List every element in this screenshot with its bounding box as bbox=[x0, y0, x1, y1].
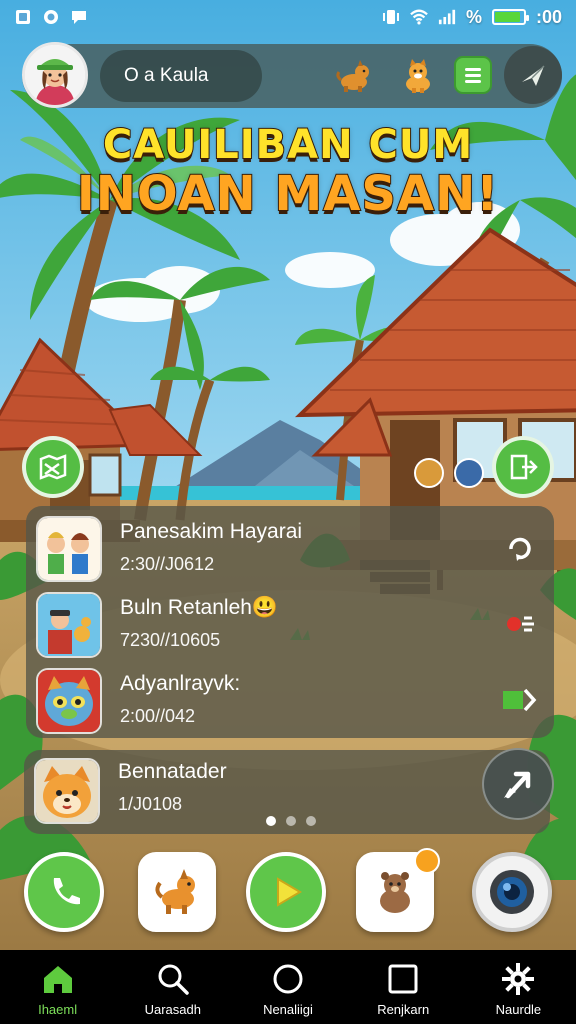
wifi-icon bbox=[410, 8, 428, 26]
vibrate-icon bbox=[382, 8, 400, 26]
nav-label: Ihaeml bbox=[38, 1002, 78, 1017]
camera-lens-icon bbox=[490, 870, 534, 914]
dog-mascot-icon[interactable] bbox=[334, 56, 374, 96]
page-dot[interactable] bbox=[286, 816, 296, 826]
dog-app-icon bbox=[155, 869, 195, 914]
top-profile-bar: O a Kaula bbox=[22, 42, 562, 108]
nav-item-search[interactable]: Uarasadh bbox=[115, 950, 230, 1024]
nav-label: Uarasadh bbox=[144, 1002, 201, 1017]
list-item-time: 2:30//J0612 bbox=[120, 554, 215, 574]
chat-icon bbox=[70, 8, 88, 26]
list-item-title: Buln Retanleh😃 bbox=[120, 596, 279, 619]
thumbnail-farmer-icon bbox=[36, 592, 102, 658]
share-fab-button[interactable] bbox=[482, 748, 554, 820]
whatsapp-icon bbox=[42, 8, 60, 26]
refresh-button[interactable] bbox=[500, 530, 540, 566]
profile-name[interactable]: O a Kaula bbox=[100, 50, 262, 102]
page-dot[interactable] bbox=[306, 816, 316, 826]
list-item[interactable]: Panesakim Hayarai 2:30//J0612 bbox=[26, 510, 554, 584]
list-item-title: Panesakim Hayarai bbox=[120, 520, 303, 543]
phone-button[interactable] bbox=[24, 852, 104, 932]
bottom-navigation: Ihaeml Uarasadh Nenaliigi Renjkarn Naurd… bbox=[0, 950, 576, 1024]
nav-label: Naurdle bbox=[495, 1002, 542, 1017]
camera-button[interactable] bbox=[472, 852, 552, 932]
status-right: ⁩% :00 bbox=[382, 7, 562, 28]
search-icon bbox=[156, 962, 190, 996]
bird-arrow-icon bbox=[522, 65, 545, 86]
nav-label: Renjkarn bbox=[377, 1002, 430, 1017]
list-item-title: Adyanlrayvk: bbox=[120, 672, 241, 695]
map-button[interactable] bbox=[22, 436, 84, 498]
forward-arrow-icon bbox=[503, 688, 537, 712]
list-item-time: 7230//10605 bbox=[120, 630, 221, 650]
notification-badge bbox=[414, 848, 440, 874]
status-left bbox=[14, 8, 88, 26]
clock: :00 bbox=[535, 6, 562, 27]
page-dot[interactable] bbox=[266, 816, 276, 826]
nav-label: Nenaliigi bbox=[263, 1002, 313, 1017]
home-icon bbox=[41, 962, 75, 996]
recent-list-panel: Panesakim Hayarai 2:30//J0612 Buln Retan… bbox=[26, 506, 554, 738]
square-icon bbox=[386, 962, 420, 996]
message-button[interactable] bbox=[454, 56, 492, 94]
dog-app-button[interactable] bbox=[138, 852, 216, 932]
collapse-button[interactable] bbox=[504, 46, 562, 104]
toggle-button[interactable] bbox=[500, 606, 540, 642]
map-pin-icon bbox=[39, 454, 67, 480]
message-list-icon bbox=[465, 68, 481, 83]
page-indicator bbox=[266, 816, 316, 826]
nav-item-settings[interactable]: Naurdle bbox=[461, 950, 576, 1024]
share-arrow-icon bbox=[504, 771, 531, 799]
nav-item-home[interactable]: Ihaeml bbox=[0, 950, 115, 1024]
list-item[interactable]: Adyanlrayvk: 2:00//042 bbox=[26, 662, 554, 736]
banner-title-line2: INOAN MASAN! bbox=[76, 165, 500, 223]
avatar-portrait-icon bbox=[25, 45, 85, 105]
status-bar: ⁩% :00 bbox=[0, 0, 576, 34]
battery-percent: ⁩% bbox=[465, 6, 482, 27]
thumbnail-couple-icon bbox=[36, 516, 102, 582]
notification-icon bbox=[14, 8, 32, 26]
banner-title-line1: CAUILIBAN CUM bbox=[102, 121, 474, 169]
thumbnail-fox-icon bbox=[34, 758, 100, 824]
play-icon bbox=[277, 877, 302, 907]
nav-item-square[interactable]: Renjkarn bbox=[346, 950, 461, 1024]
exit-door-icon bbox=[510, 454, 538, 480]
signal-icon bbox=[438, 8, 456, 26]
forward-button[interactable] bbox=[500, 682, 540, 718]
avatar[interactable] bbox=[22, 42, 88, 108]
cat-mascot-icon[interactable] bbox=[398, 56, 438, 96]
card-time: 1/J0108 bbox=[118, 794, 183, 814]
battery-icon bbox=[491, 9, 529, 25]
card-title: Bennatader bbox=[118, 760, 227, 783]
list-item-time: 2:00//042 bbox=[120, 706, 196, 726]
circle-icon bbox=[271, 962, 305, 996]
toggle-icon bbox=[507, 616, 534, 632]
refresh-icon bbox=[509, 537, 531, 561]
gear-icon bbox=[501, 962, 535, 996]
thumbnail-colorful-cat-icon bbox=[36, 668, 102, 734]
play-button[interactable] bbox=[246, 852, 326, 932]
nav-item-circle[interactable]: Nenaliigi bbox=[230, 950, 345, 1024]
bear-app-icon bbox=[380, 872, 410, 913]
list-item[interactable]: Buln Retanleh😃 7230//10605 bbox=[26, 586, 554, 660]
coin-badge-icon[interactable] bbox=[414, 458, 444, 488]
globe-badge-icon[interactable] bbox=[454, 458, 484, 488]
exit-button[interactable] bbox=[492, 436, 554, 498]
phone-icon bbox=[53, 878, 80, 905]
